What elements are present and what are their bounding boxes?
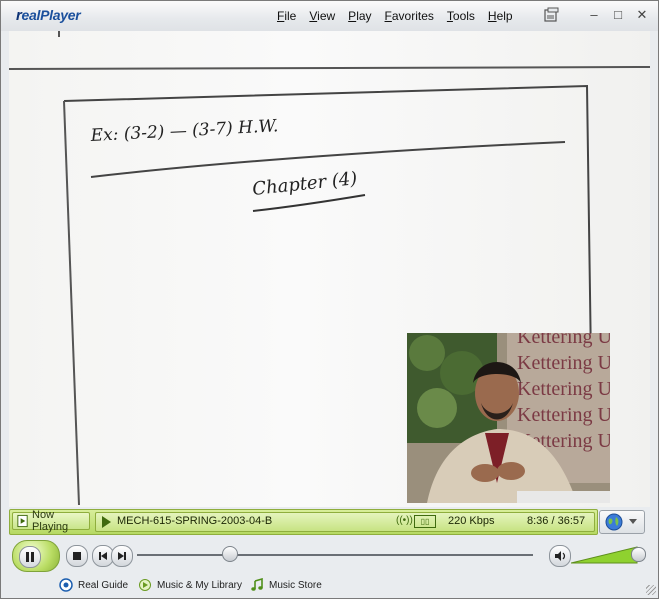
whiteboard-video-frame: Ex: (3-2) — (3-7) H.W. Chapter (4) Kette… [9, 31, 650, 507]
volume-slider-thumb[interactable] [631, 547, 646, 562]
menu-view[interactable]: View [309, 9, 335, 23]
menu-bar: File View Play Favorites Tools Help [277, 9, 526, 23]
now-playing-icon [17, 514, 28, 528]
menu-tools[interactable]: Tools [447, 9, 475, 23]
stop-button[interactable] [66, 545, 88, 567]
title-bar: realPlayer File View Play Favorites Tool… [1, 1, 658, 31]
lecturer-scene: Kettering U Kettering U Kettering U Kett… [407, 333, 610, 503]
minimize-button[interactable]: – [586, 7, 602, 23]
timecode: 8:36 / 36:57 [527, 515, 586, 527]
now-playing-bar: Now Playing MECH-615-SPRING-2003-04-B ((… [9, 509, 598, 535]
music-library-icon [139, 579, 151, 591]
music-store-link[interactable]: Music Store [250, 578, 322, 592]
next-button[interactable] [111, 545, 133, 567]
banner-line-1: Kettering U [517, 333, 610, 348]
menu-play[interactable]: Play [348, 9, 371, 23]
skip-back-icon [99, 552, 107, 560]
board-text-chapter: Chapter (4) [251, 168, 358, 200]
lecturer-video-inset: Kettering U Kettering U Kettering U Kett… [407, 333, 610, 503]
clip-title: MECH-615-SPRING-2003-04-B [117, 515, 273, 527]
signal-icon: ((•)) [396, 515, 413, 526]
pause-icon [19, 546, 41, 568]
realplayer-logo[interactable]: realPlayer [16, 7, 81, 24]
now-playing-label: Now Playing [32, 509, 69, 533]
mute-button[interactable] [549, 545, 571, 567]
board-text-homework: Ex: (3-2) — (3-7) H.W. [89, 116, 279, 146]
now-playing-tab[interactable]: Now Playing [12, 509, 90, 533]
seek-slider-thumb[interactable] [222, 546, 239, 562]
resize-grip[interactable] [646, 585, 656, 595]
bandwidth-icon: ▯▯ [414, 515, 436, 528]
menu-favorites[interactable]: Favorites [385, 9, 434, 23]
bitrate: 220 Kbps [448, 515, 495, 527]
video-display[interactable]: Ex: (3-2) — (3-7) H.W. Chapter (4) Kette… [9, 31, 650, 507]
real-guide-icon [59, 578, 73, 592]
menu-file[interactable]: File [277, 9, 296, 23]
globe-icon [605, 513, 623, 531]
banner-line-2: Kettering U [517, 352, 610, 374]
pause-button[interactable] [12, 540, 60, 572]
play-icon [102, 516, 111, 528]
window-controls: – □ ✕ [586, 7, 650, 23]
maximize-button[interactable]: □ [610, 7, 626, 23]
close-button[interactable]: ✕ [634, 7, 650, 23]
speaker-icon [555, 551, 566, 561]
now-playing-menu-button[interactable] [599, 510, 645, 534]
transport-controls [1, 535, 658, 573]
menu-help[interactable]: Help [488, 9, 513, 23]
music-note-icon [251, 578, 263, 591]
compact-mode-icon[interactable] [543, 7, 560, 24]
skip-forward-icon [118, 552, 126, 560]
seek-slider-track[interactable] [137, 554, 533, 556]
real-guide-link[interactable]: Real Guide [59, 578, 128, 592]
bottom-links-bar: Real Guide Music & My Library Music Stor… [1, 575, 658, 597]
chevron-down-icon [629, 519, 637, 524]
banner-line-3: Kettering U [517, 378, 610, 400]
realplayer-window: realPlayer File View Play Favorites Tool… [0, 0, 659, 599]
banner-line-4: Kettering U [517, 404, 610, 426]
clip-info-area[interactable]: MECH-615-SPRING-2003-04-B ((•)) ▯▯ 220 K… [95, 512, 595, 532]
music-library-link[interactable]: Music & My Library [138, 578, 242, 592]
